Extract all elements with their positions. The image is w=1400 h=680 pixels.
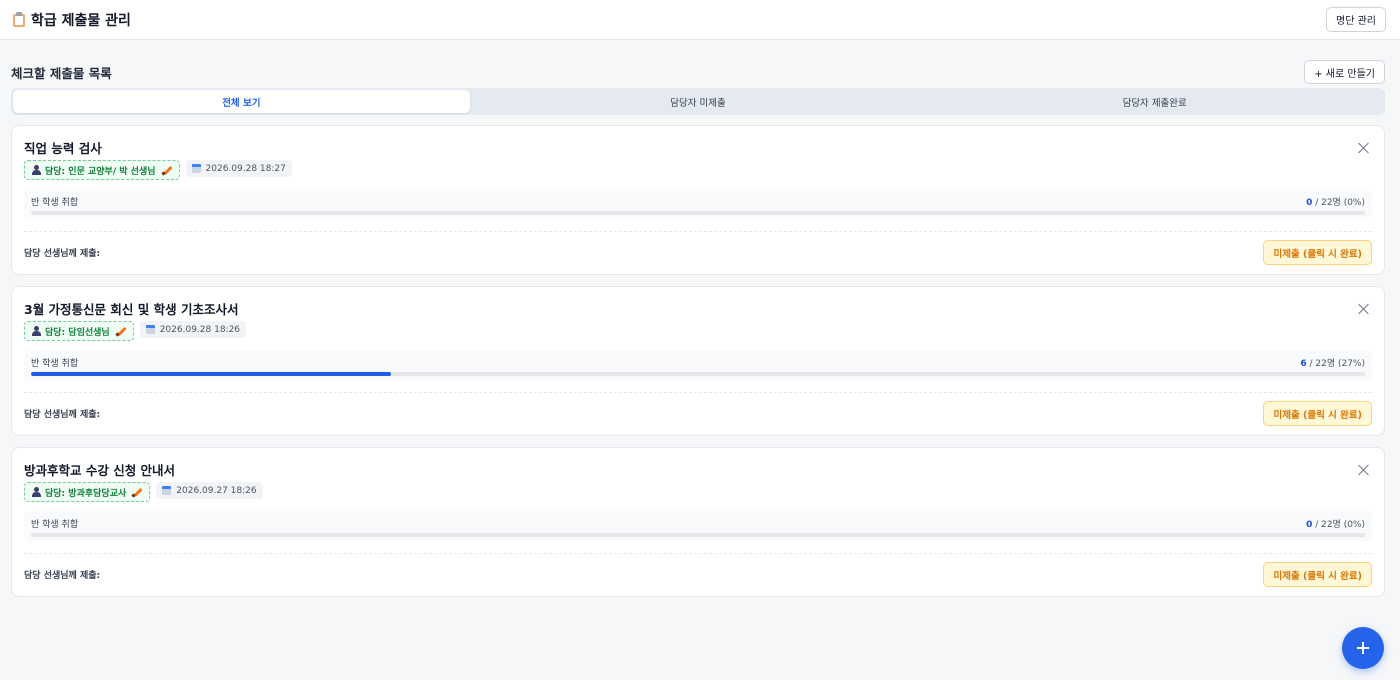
submit-row: 담당 선생님께 제출: 미제출 (클릭 시 완료) bbox=[24, 393, 1372, 434]
submit-label: 담당 선생님께 제출: bbox=[24, 249, 101, 259]
meta-row: 담당: 방과후담당교사 2026.09.27 18:26 bbox=[24, 482, 1372, 502]
close-icon[interactable] bbox=[1358, 303, 1370, 315]
assignee-label: 담당: 담임선생님 bbox=[45, 327, 110, 338]
submission-title: 직업 능력 검사 bbox=[24, 141, 102, 156]
section-header: 체크할 제출물 목록 + 새로 만들기 bbox=[0, 40, 1400, 84]
tab-assignee-submitted[interactable]: 담당자 제출완료 bbox=[926, 90, 1383, 113]
close-icon[interactable] bbox=[1358, 464, 1370, 476]
total-text: / 22명 (0%) bbox=[1312, 198, 1365, 208]
total-text: / 22명 (27%) bbox=[1306, 359, 1365, 369]
pencil-icon bbox=[131, 487, 143, 498]
date-chip: 2026.09.28 18:27 bbox=[185, 160, 292, 177]
progress-label: 반 학생 취합 bbox=[31, 359, 79, 369]
progress-box: 반 학생 취합 0 / 22명 (0%) bbox=[24, 189, 1372, 219]
submit-label: 담당 선생님께 제출: bbox=[24, 571, 101, 581]
clipboard-icon bbox=[13, 12, 25, 27]
calendar-icon bbox=[145, 325, 155, 334]
plus-icon bbox=[1357, 642, 1369, 654]
section-title: 체크할 제출물 목록 bbox=[11, 65, 112, 81]
calendar-icon bbox=[191, 164, 201, 173]
submission-status-button[interactable]: 미제출 (클릭 시 완료) bbox=[1263, 562, 1372, 587]
submission-card: 방과후학교 수강 신청 안내서 담당: 방과후담당교사 2026.09.27 1… bbox=[11, 447, 1385, 597]
app-title: 학급 제출물 관리 bbox=[13, 10, 131, 30]
person-icon bbox=[32, 487, 41, 497]
progress-box: 반 학생 취합 6 / 22명 (27%) bbox=[24, 350, 1372, 380]
progress-track bbox=[31, 211, 1365, 215]
progress-fill bbox=[31, 372, 392, 376]
progress-label: 반 학생 취합 bbox=[31, 198, 79, 208]
progress-label: 반 학생 취합 bbox=[31, 520, 79, 530]
pencil-icon bbox=[160, 165, 173, 176]
progress-track bbox=[31, 533, 1365, 537]
person-icon bbox=[32, 165, 41, 175]
date-chip: 2026.09.27 18:26 bbox=[156, 482, 263, 499]
filter-tabs: 전체 보기 담당자 미제출 담당자 제출완료 bbox=[11, 88, 1385, 115]
assignee-label: 담당: 인문 교양부/ 박 선생님 bbox=[45, 166, 156, 177]
submit-label: 담당 선생님께 제출: bbox=[24, 410, 101, 420]
new-submission-button[interactable]: + 새로 만들기 bbox=[1304, 60, 1385, 84]
progress-track bbox=[31, 372, 1365, 376]
submit-row: 담당 선생님께 제출: 미제출 (클릭 시 완료) bbox=[24, 554, 1372, 595]
progress-count: 0 / 22명 (0%) bbox=[1306, 517, 1365, 531]
pencil-icon bbox=[115, 326, 127, 337]
roster-management-button[interactable]: 명단 관리 bbox=[1326, 7, 1386, 32]
meta-row: 담당: 담임선생님 2026.09.28 18:26 bbox=[24, 321, 1372, 341]
tab-all[interactable]: 전체 보기 bbox=[13, 90, 470, 113]
submission-card: 직업 능력 검사 담당: 인문 교양부/ 박 선생님 2026.09.28 18… bbox=[11, 125, 1385, 275]
assignee-label: 담당: 방과후담당교사 bbox=[45, 488, 127, 499]
close-icon[interactable] bbox=[1358, 142, 1370, 154]
date-text: 2026.09.28 18:26 bbox=[159, 324, 241, 335]
submission-status-button[interactable]: 미제출 (클릭 시 완료) bbox=[1263, 240, 1372, 265]
calendar-icon bbox=[162, 486, 172, 495]
assignee-chip[interactable]: 담당: 방과후담당교사 bbox=[24, 482, 151, 502]
add-floating-button[interactable] bbox=[1342, 627, 1384, 669]
submission-list: 직업 능력 검사 담당: 인문 교양부/ 박 선생님 2026.09.28 18… bbox=[11, 125, 1385, 597]
date-chip: 2026.09.28 18:26 bbox=[139, 321, 247, 338]
assignee-chip[interactable]: 담당: 인문 교양부/ 박 선생님 bbox=[24, 160, 180, 180]
progress-count: 6 / 22명 (27%) bbox=[1300, 356, 1365, 370]
progress-count: 0 / 22명 (0%) bbox=[1306, 195, 1365, 209]
submission-status-button[interactable]: 미제출 (클릭 시 완료) bbox=[1263, 401, 1372, 426]
person-icon bbox=[32, 326, 41, 336]
submit-row: 담당 선생님께 제출: 미제출 (클릭 시 완료) bbox=[24, 232, 1372, 273]
app-title-text: 학급 제출물 관리 bbox=[31, 12, 131, 29]
submission-title: 방과후학교 수강 신청 안내서 bbox=[24, 463, 176, 478]
submission-title: 3월 가정통신문 회신 및 학생 기초조사서 bbox=[24, 302, 239, 317]
top-bar: 학급 제출물 관리 명단 관리 bbox=[0, 0, 1400, 40]
submission-card: 3월 가정통신문 회신 및 학생 기초조사서 담당: 담임선생님 2026.09… bbox=[11, 286, 1385, 436]
date-text: 2026.09.28 18:27 bbox=[205, 163, 286, 174]
date-text: 2026.09.27 18:26 bbox=[176, 485, 257, 496]
assignee-chip[interactable]: 담당: 담임선생님 bbox=[24, 321, 134, 341]
tab-assignee-unsubmitted[interactable]: 담당자 미제출 bbox=[470, 90, 927, 113]
meta-row: 담당: 인문 교양부/ 박 선생님 2026.09.28 18:27 bbox=[24, 160, 1372, 180]
total-text: / 22명 (0%) bbox=[1312, 520, 1365, 530]
progress-box: 반 학생 취합 0 / 22명 (0%) bbox=[24, 511, 1372, 541]
